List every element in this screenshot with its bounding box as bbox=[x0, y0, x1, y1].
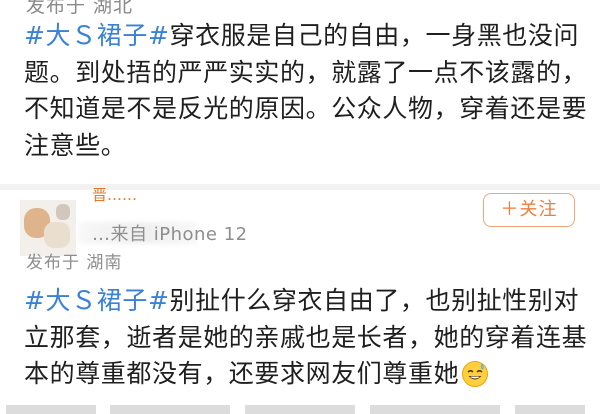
post1-location-cut: 发布于 湖北 bbox=[26, 0, 134, 17]
post2-text: #大Ｓ裙子#别扯什么穿衣自由了，也别扯性别对立那套，逝者是她的亲戚也是长者，她的… bbox=[24, 283, 590, 399]
post2-header: 晋…… …来自 iPhone 12 发布于 湖南 ＋关注 bbox=[0, 186, 600, 282]
follow-button[interactable]: ＋关注 bbox=[483, 193, 575, 227]
post2-username[interactable]: 晋…… bbox=[92, 184, 202, 202]
post2-device-meta: …来自 iPhone 12 bbox=[92, 224, 248, 245]
sweat-smile-emoji-icon bbox=[461, 360, 489, 399]
post2-location: 发布于 湖南 bbox=[26, 253, 123, 273]
post1-text: #大Ｓ裙子#穿衣服是自己的自由，一身黑也没问题。到处捂的严严实实的，就露了一点不… bbox=[24, 18, 590, 164]
post2-hashtag[interactable]: #大Ｓ裙子# bbox=[24, 286, 170, 315]
post1-hashtag[interactable]: #大Ｓ裙子# bbox=[24, 21, 170, 50]
next-post-cut bbox=[0, 405, 600, 414]
